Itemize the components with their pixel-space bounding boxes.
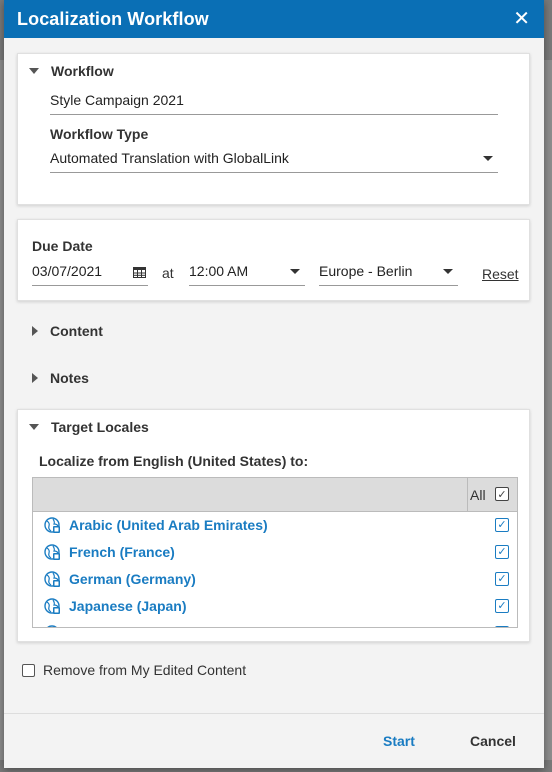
locale-checkbox[interactable]: ✓	[495, 599, 509, 613]
globe-icon	[44, 517, 61, 534]
locale-checkbox[interactable]: ✓	[495, 518, 509, 532]
locale-checkbox[interactable]: ✓	[495, 572, 509, 586]
collapse-triangle-icon	[29, 424, 39, 430]
locale-checkbox[interactable]: ✓	[495, 545, 509, 559]
locale-row[interactable]: Arabic (United Arab Emirates) ✓	[33, 512, 517, 539]
locale-row[interactable]: French (France) ✓	[33, 539, 517, 566]
timezone-value: Europe - Berlin	[319, 263, 413, 279]
collapse-triangle-icon	[29, 68, 39, 74]
reset-link[interactable]: Reset	[482, 266, 519, 282]
select-all-checkbox[interactable]: ✓	[495, 487, 509, 501]
locale-row[interactable]: German (Germany) ✓	[33, 566, 517, 593]
locale-label[interactable]: Arabic (United Arab Emirates)	[69, 517, 268, 533]
globe-icon	[44, 571, 61, 588]
workflow-name-field[interactable]: Style Campaign 2021	[50, 91, 498, 115]
cancel-button[interactable]: Cancel	[470, 733, 516, 749]
globe-icon	[44, 625, 61, 627]
target-locales-section-label: Target Locales	[51, 419, 149, 435]
notes-section-header[interactable]: Notes	[32, 370, 89, 386]
dialog-title: Localization Workflow	[17, 8, 209, 29]
locales-table: All ✓ Arabic (United Arab Emirates) ✓ Fren…	[32, 477, 518, 628]
locale-label[interactable]: German (Germany)	[69, 571, 196, 587]
calendar-icon[interactable]	[133, 265, 146, 278]
content-section-label: Content	[50, 323, 103, 339]
locale-row[interactable]: Spanish (Spain) ✓	[33, 620, 517, 627]
due-date-input[interactable]: 03/07/2021	[32, 263, 148, 286]
localization-workflow-dialog: Localization Workflow ✕ Workflow Style C…	[4, 0, 544, 768]
locale-label[interactable]: French (France)	[69, 544, 175, 560]
locale-label[interactable]: Spanish (Spain)	[69, 625, 175, 627]
content-section-header[interactable]: Content	[32, 323, 103, 339]
due-date-label: Due Date	[32, 238, 93, 254]
chevron-down-icon	[443, 269, 453, 274]
target-locales-section-header[interactable]: Target Locales	[29, 419, 149, 435]
chevron-down-icon	[483, 156, 493, 161]
globe-icon	[44, 544, 61, 561]
expand-triangle-icon	[32, 326, 38, 336]
globe-icon	[44, 598, 61, 615]
dialog-titlebar: Localization Workflow ✕	[4, 0, 544, 38]
remove-option-label: Remove from My Edited Content	[43, 662, 247, 678]
locales-table-header: All ✓	[33, 478, 517, 512]
due-date-card: Due Date 03/07/2021 at 12:00 AM Europe -…	[17, 219, 530, 301]
workflow-type-value: Automated Translation with GlobalLink	[50, 150, 289, 166]
locale-checkbox[interactable]: ✓	[495, 626, 509, 627]
timezone-select[interactable]: Europe - Berlin	[319, 263, 458, 286]
workflow-name-value: Style Campaign 2021	[50, 92, 184, 108]
workflow-type-select[interactable]: Automated Translation with GlobalLink	[50, 150, 498, 173]
close-icon[interactable]: ✕	[513, 9, 530, 29]
expand-triangle-icon	[32, 373, 38, 383]
locale-label[interactable]: Japanese (Japan)	[69, 598, 187, 614]
due-time-select[interactable]: 12:00 AM	[189, 263, 305, 286]
workflow-type-label: Workflow Type	[50, 126, 149, 142]
target-locales-card: Target Locales Localize from English (Un…	[17, 409, 530, 642]
workflow-section-label: Workflow	[51, 63, 114, 79]
dialog-footer: Start Cancel	[4, 713, 544, 768]
all-label: All	[470, 487, 486, 503]
workflow-section-header[interactable]: Workflow	[29, 63, 114, 79]
localize-from-label: Localize from English (United States) to…	[39, 453, 309, 469]
due-date-value: 03/07/2021	[32, 263, 103, 279]
workflow-card: Workflow Style Campaign 2021 Workflow Ty…	[17, 53, 530, 205]
at-label: at	[162, 265, 174, 281]
locale-row[interactable]: Japanese (Japan) ✓	[33, 593, 517, 620]
header-divider	[467, 478, 468, 511]
notes-section-label: Notes	[50, 370, 89, 386]
remove-option[interactable]: Remove from My Edited Content	[22, 662, 246, 678]
remove-checkbox[interactable]	[22, 663, 35, 677]
chevron-down-icon	[290, 269, 300, 274]
start-button[interactable]: Start	[383, 733, 415, 749]
due-time-value: 12:00 AM	[189, 263, 249, 279]
